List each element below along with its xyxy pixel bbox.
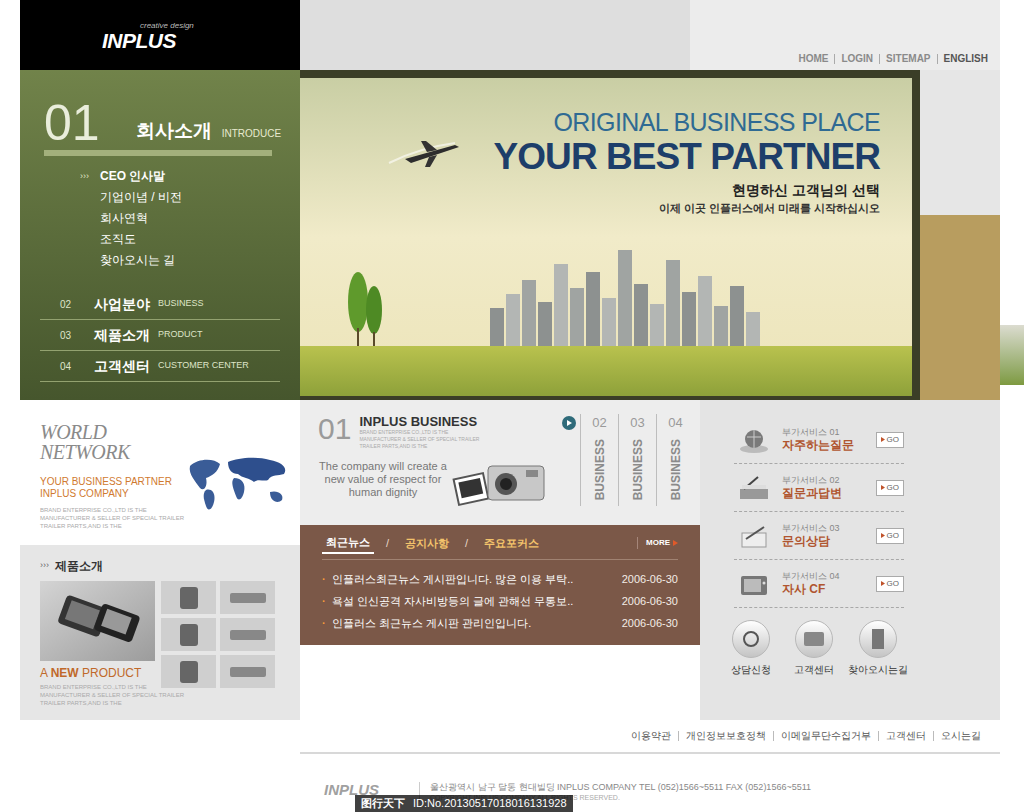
main-menu-item[interactable]: 04고객센터CUSTOMER CENTER (40, 351, 280, 382)
side-menu: 01회사소개INTRODUCE›››CEO 인사말기업이념 / 비전회사연혁조직… (20, 70, 300, 400)
arrow-icon (881, 437, 885, 442)
sub-menu-item[interactable]: 조직도 (80, 229, 300, 250)
quick-link[interactable]: 찾아오시는길 (852, 620, 904, 677)
service-icon (734, 423, 774, 457)
play-icon[interactable] (562, 416, 576, 430)
hero-row: 01회사소개INTRODUCE›››CEO 인사말기업이념 / 비전회사연혁조직… (0, 70, 1024, 400)
world-map-icon (184, 452, 294, 516)
nav-link[interactable]: ENGLISH (937, 54, 994, 64)
product-thumb[interactable] (161, 618, 216, 651)
products-title[interactable]: 제품소개 (55, 557, 103, 575)
news-tab[interactable]: 공지사항 (401, 533, 453, 554)
go-button[interactable]: GO (876, 432, 904, 448)
watermark: 图行天下ID:No.20130517018016131928 (355, 795, 573, 812)
hero-photo: ORIGINAL BUSINESS PLACEYOUR BEST PARTNER… (300, 78, 912, 396)
business-tab[interactable]: 03BUSINESS (618, 414, 656, 506)
news-tab[interactable]: 최근뉴스 (322, 532, 374, 555)
main-menu-item[interactable]: 03제품소개PRODUCT (40, 320, 280, 351)
product-thumb[interactable] (220, 618, 275, 651)
quick-link[interactable]: 상담신청 (726, 620, 775, 677)
service-item[interactable]: 부가서비스 01자주하는질문GO (734, 416, 904, 464)
footer-link[interactable]: 고객센터 (878, 731, 933, 741)
nav-link[interactable]: LOGIN (834, 54, 879, 64)
header: creative designINPLUS HOMELOGINSITEMAPENG… (0, 0, 1024, 70)
go-button[interactable]: GO (876, 480, 904, 496)
main-menu-item[interactable]: 02사업분야BUSINESS (40, 289, 280, 320)
footer-link[interactable]: 개인정보보호정책 (678, 731, 773, 741)
news-tab[interactable]: 주요포커스 (480, 533, 543, 554)
menu-title[interactable]: 회사소개 (110, 121, 212, 148)
nav-link[interactable]: HOME (792, 54, 834, 64)
arrow-icon (881, 533, 885, 538)
service-icon (734, 471, 774, 505)
trees-icon (340, 266, 390, 346)
service-item[interactable]: 부가서비스 02질문과답변GO (734, 464, 904, 512)
arrow-icon (881, 581, 885, 586)
business: 01INPLUS BUSINESSBRAND ENTERPRISE CO.,LT… (300, 400, 700, 525)
go-button[interactable]: GO (876, 528, 904, 544)
sub-menu-item[interactable]: ›››CEO 인사말 (80, 166, 300, 187)
service-item[interactable]: 부가서비스 03문의상담GO (734, 512, 904, 560)
more-button[interactable]: MORE (637, 537, 678, 549)
phone-icon (53, 591, 143, 651)
product-thumb[interactable] (220, 581, 275, 614)
skyline (490, 250, 760, 346)
business-tab[interactable]: 02BUSINESS (580, 414, 618, 506)
service-icon (734, 567, 774, 601)
business-tab[interactable]: 04BUSINESS (656, 414, 694, 506)
sub-menu-item[interactable]: 기업이념 / 비전 (80, 187, 300, 208)
product-thumb[interactable] (220, 655, 275, 688)
products: ›››제품소개A NEW PRODUCTBRAND ENTERPRISE CO.… (20, 545, 300, 720)
content-row: WORLD NETWORKYOUR BUSINESS PARTNERINPLUS… (0, 400, 1024, 720)
news-row[interactable]: ·인플러스 최근뉴스 게시판 관리인입니다.2006-06-30 (322, 612, 678, 634)
news-row[interactable]: ·인플러스최근뉴스 게시판입니다. 많은 이용 부탁..2006-06-30 (322, 568, 678, 590)
product-thumb[interactable] (161, 655, 216, 688)
top-nav: HOMELOGINSITEMAPENGLISH (690, 0, 1000, 70)
go-button[interactable]: GO (876, 576, 904, 592)
news-row[interactable]: ·욕설 인신공격 자사비방등의 글에 관해선 무통보..2006-06-30 (322, 590, 678, 612)
service-item[interactable]: 부가서비스 04자사 CFGO (734, 560, 904, 608)
footer-link[interactable]: 이용약관 (624, 731, 678, 741)
sub-menu-item[interactable]: 회사연혁 (80, 208, 300, 229)
arrow-icon (673, 540, 678, 546)
airplane-icon (385, 133, 465, 173)
product-image[interactable] (40, 581, 155, 661)
footer-link[interactable]: 이메일무단수집거부 (773, 731, 878, 741)
arrow-icon (881, 485, 885, 490)
sub-menu-item[interactable]: 찾아오시는 길 (80, 250, 300, 271)
business-title[interactable]: INPLUS BUSINESS (359, 414, 479, 429)
quick-link[interactable]: 고객센터 (789, 620, 838, 677)
product-grid (161, 581, 275, 688)
nav-link[interactable]: SITEMAP (879, 54, 936, 64)
footer-link[interactable]: 오시는길 (933, 731, 988, 741)
world-network: WORLD NETWORKYOUR BUSINESS PARTNERINPLUS… (20, 400, 300, 545)
product-thumb[interactable] (161, 581, 216, 614)
page: creative designINPLUS HOMELOGINSITEMAPENG… (0, 0, 1024, 812)
services: 부가서비스 01자주하는질문GO부가서비스 02질문과답변GO부가서비스 03문… (700, 400, 1000, 720)
camera-icon (448, 454, 558, 514)
logo[interactable]: creative designINPLUS (20, 0, 300, 70)
hero-banner: ORIGINAL BUSINESS PLACEYOUR BEST PARTNER… (300, 70, 920, 400)
service-icon (734, 519, 774, 553)
news: 최근뉴스/공지사항/주요포커스MORE·인플러스최근뉴스 게시판입니다. 많은 … (300, 525, 700, 645)
hero-text: ORIGINAL BUSINESS PLACEYOUR BEST PARTNER… (493, 78, 912, 216)
